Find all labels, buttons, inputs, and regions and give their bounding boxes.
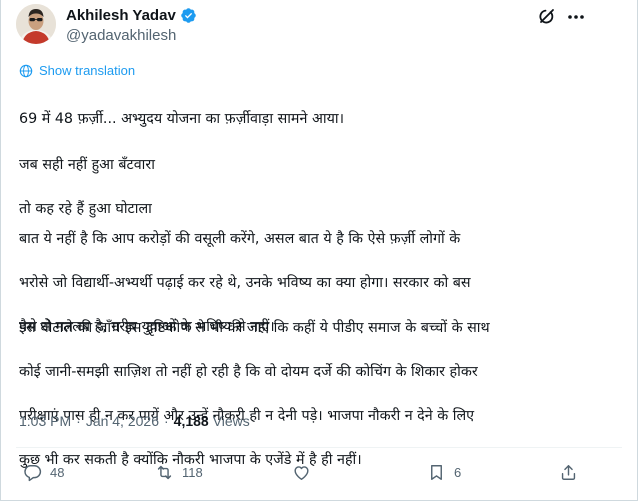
- post-line: भरोसे जो विद्यार्थी-अभ्यर्थी पढ़ाई कर रह…: [19, 275, 471, 291]
- avatar-image: [16, 4, 56, 44]
- more-options-icon[interactable]: [565, 7, 587, 27]
- post-date[interactable]: Jan 4, 2026: [86, 413, 159, 429]
- grok-icon[interactable]: [537, 7, 557, 27]
- like-button[interactable]: [292, 463, 319, 482]
- reply-button[interactable]: 48: [23, 463, 64, 482]
- author-handle[interactable]: @yadavakhilesh: [66, 27, 176, 44]
- author-name-row[interactable]: Akhilesh Yadav: [66, 7, 197, 24]
- share-icon: [561, 465, 576, 480]
- repost-button[interactable]: 118: [155, 463, 203, 482]
- avatar[interactable]: [16, 4, 56, 44]
- bookmark-button[interactable]: 6: [427, 463, 461, 482]
- views-count: 4,188: [173, 413, 209, 429]
- divider: [16, 447, 622, 448]
- post-paragraph-4: इस घोटाले की जाँच इस दृष्टिकोण से भी की …: [19, 295, 619, 493]
- author-name[interactable]: Akhilesh Yadav: [66, 7, 176, 24]
- show-translation-link[interactable]: Show translation: [19, 63, 135, 78]
- reply-icon: [24, 465, 42, 482]
- separator-dot: ·: [163, 413, 169, 429]
- post-line: बात ये नहीं है कि आप करोड़ों की वसूली कर…: [19, 231, 461, 247]
- post-line: कुछ भी कर सकती है क्योंकि नौकरी भाजपा के…: [19, 452, 362, 468]
- post-card: Akhilesh Yadav @yadavakhilesh Show trans: [0, 0, 638, 501]
- verified-badge-icon: [180, 7, 197, 24]
- share-button[interactable]: [559, 463, 578, 482]
- show-translation-label[interactable]: Show translation: [39, 63, 135, 78]
- heart-icon: [294, 466, 309, 480]
- post-line: कोई जानी-समझी साज़िश तो नहीं हो रही है क…: [19, 364, 478, 380]
- bookmark-count: 6: [454, 465, 462, 480]
- globe-icon: [19, 64, 33, 77]
- repost-count: 118: [182, 465, 203, 480]
- views-label: Views: [212, 413, 250, 429]
- separator-dot: ·: [76, 413, 81, 429]
- bookmark-icon: [431, 465, 442, 480]
- post-line: जब सही नहीं हुआ बँटवारा: [19, 157, 155, 173]
- reply-count: 48: [50, 465, 65, 480]
- post-line: 69 में 48 फ़र्ज़ी... अभ्युदय योजना का फ़…: [19, 111, 344, 127]
- post-time[interactable]: 1:03 PM: [19, 413, 71, 429]
- post-line: इस घोटाले की जाँच इस दृष्टिकोण से भी की …: [19, 320, 490, 336]
- repost-icon: [157, 465, 172, 480]
- post-meta: 1:03 PM · Jan 4, 2026 · 4,188 Views: [19, 413, 250, 429]
